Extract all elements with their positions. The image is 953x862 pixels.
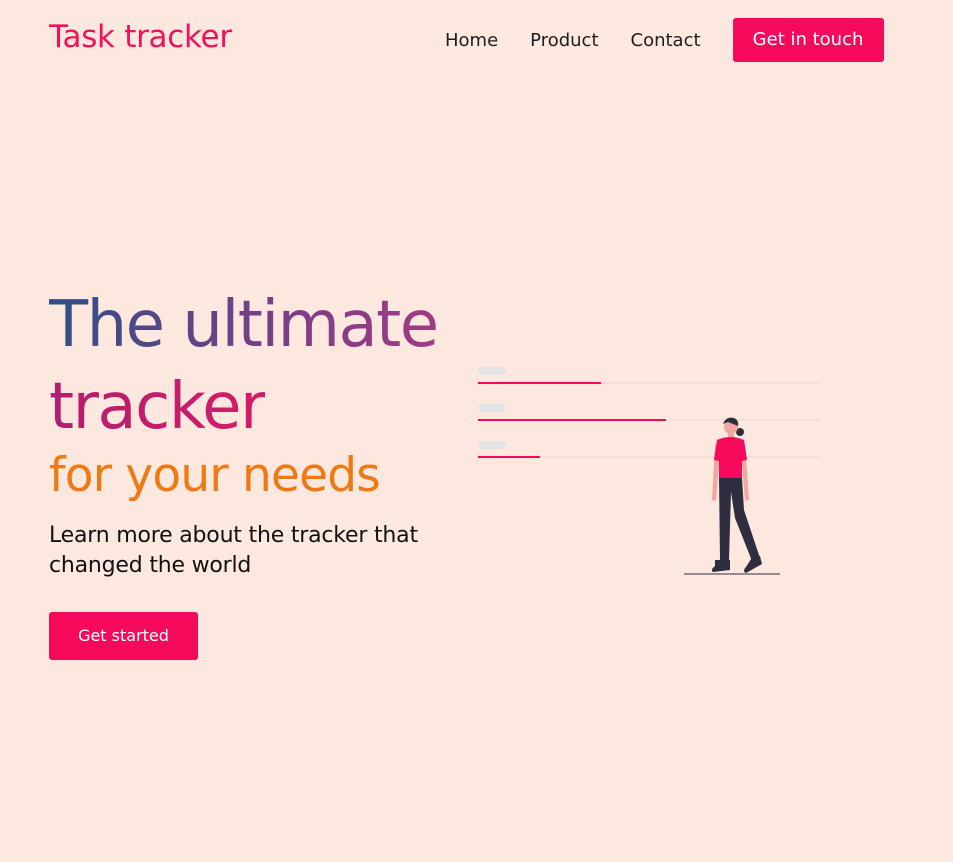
get-in-touch-button[interactable]: Get in touch xyxy=(732,18,884,62)
walking-person-figure xyxy=(684,417,780,575)
hero-title-line-2: tracker xyxy=(49,370,266,444)
task-row-progress xyxy=(478,419,666,421)
nav-home-link[interactable]: Home xyxy=(445,30,498,51)
task-row-placeholder xyxy=(478,441,506,449)
hero-title-line-3: for your needs xyxy=(49,448,381,503)
top-nav: Home Product Contact Get in touch xyxy=(445,18,884,62)
task-row-progress xyxy=(478,382,601,384)
task-row-placeholder xyxy=(478,367,506,375)
task-row-progress xyxy=(478,456,540,458)
nav-contact-link[interactable]: Contact xyxy=(631,30,701,51)
brand-logo[interactable]: Task tracker xyxy=(49,19,232,55)
hero-subtitle: Learn more about the tracker that change… xyxy=(49,523,418,578)
nav-product-link[interactable]: Product xyxy=(530,30,598,51)
task-row-placeholder xyxy=(478,404,506,412)
get-started-button[interactable]: Get started xyxy=(49,612,198,660)
hero-title-line-1: The ultimate xyxy=(49,288,439,362)
task-progress-illustration xyxy=(478,367,820,575)
landing-page: Task tracker Home Product Contact Get in… xyxy=(0,0,953,862)
task-list-graphic xyxy=(478,367,820,458)
